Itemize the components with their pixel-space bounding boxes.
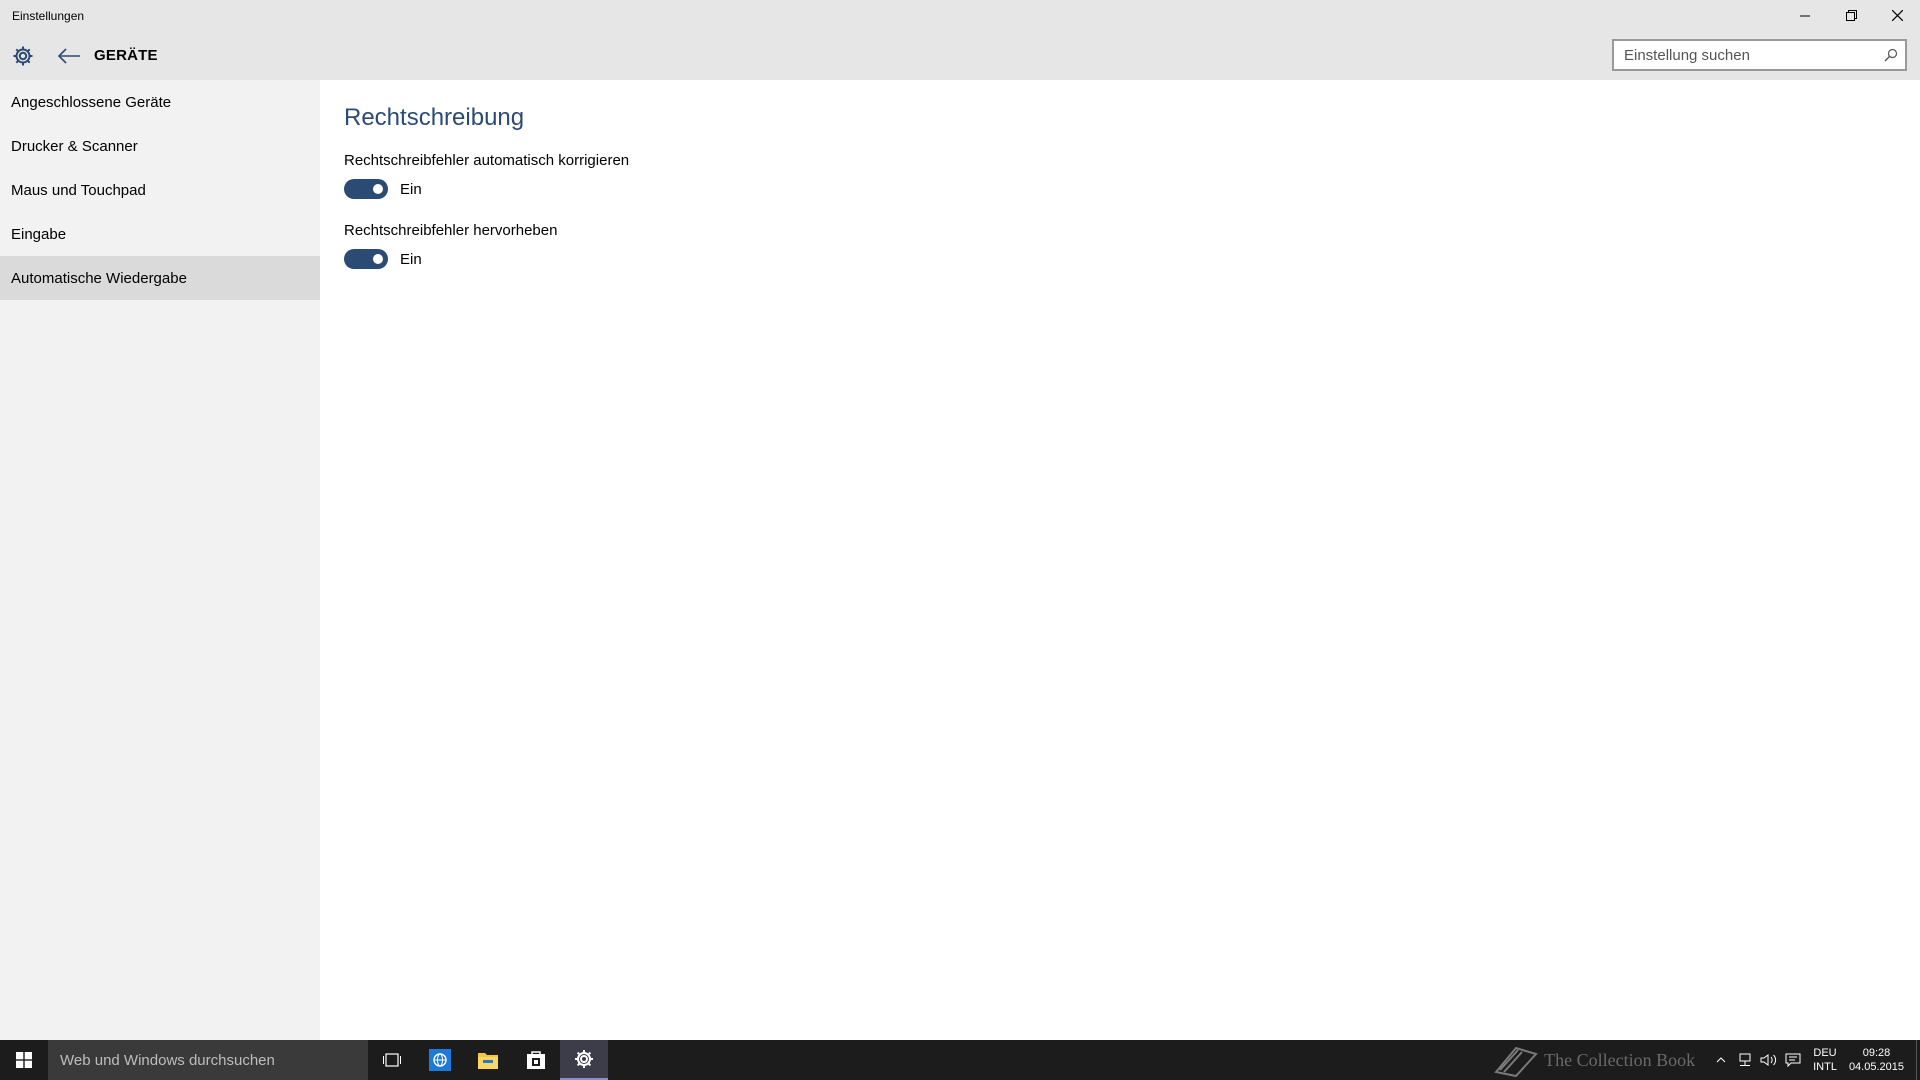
- store-icon: [527, 1051, 545, 1069]
- browser-button[interactable]: [416, 1040, 464, 1080]
- taskbar-search-placeholder: Web und Windows durchsuchen: [60, 1051, 275, 1069]
- search-icon[interactable]: [1877, 48, 1905, 62]
- toggle-state: Ein: [400, 180, 422, 198]
- sidebar-item-label: Automatische Wiedergabe: [11, 269, 187, 287]
- clock-date: 04.05.2015: [1848, 1061, 1904, 1073]
- back-arrow-icon: [58, 47, 80, 64]
- autocorrect-toggle[interactable]: [344, 179, 388, 199]
- gear-icon: [13, 46, 33, 65]
- window-controls: [1782, 0, 1920, 31]
- start-button[interactable]: [0, 1040, 48, 1080]
- sidebar-item-label: Angeschlossene Geräte: [11, 93, 172, 111]
- language-code: DEU: [1813, 1047, 1837, 1059]
- show-hidden-icons-button[interactable]: [1709, 1040, 1733, 1080]
- close-icon: [1891, 10, 1903, 21]
- minimize-button[interactable]: [1782, 0, 1828, 31]
- toggle-knob: [373, 254, 383, 264]
- show-desktop-button[interactable]: [1916, 1040, 1920, 1080]
- settings-home-button[interactable]: [0, 31, 46, 80]
- input-language-indicator[interactable]: DEU INTL: [1813, 1046, 1837, 1074]
- minimize-icon: [1800, 15, 1810, 16]
- sidebar-item-label: Drucker & Scanner: [11, 137, 138, 155]
- settings-icon: [575, 1050, 593, 1068]
- store-button[interactable]: [512, 1040, 560, 1080]
- setting-autocorrect: Rechtschreibfehler automatisch korrigier…: [344, 152, 629, 199]
- app-header: GERÄTE: [0, 31, 1920, 80]
- book-logo-icon: [1494, 1046, 1538, 1078]
- sidebar-item-drucker-scanner[interactable]: Drucker & Scanner: [0, 124, 320, 168]
- page-title: GERÄTE: [94, 47, 158, 64]
- restore-icon: [1845, 10, 1857, 21]
- notification-icon: [1785, 1053, 1801, 1067]
- windows-logo-icon: [16, 1052, 32, 1068]
- watermark-text: The Collection Book: [1544, 1049, 1696, 1070]
- network-icon: [1739, 1053, 1751, 1066]
- sidebar-item-angeschlossene-geraete[interactable]: Angeschlossene Geräte: [0, 80, 320, 124]
- clock-time: 09:28: [1862, 1047, 1891, 1059]
- file-explorer-icon: [478, 1053, 498, 1069]
- network-button[interactable]: [1733, 1040, 1757, 1080]
- section-title: Rechtschreibung: [344, 104, 525, 131]
- window-title: Einstellungen: [12, 8, 85, 23]
- file-explorer-button[interactable]: [464, 1040, 512, 1080]
- toggle-state: Ein: [400, 250, 422, 268]
- sidebar-item-label: Maus und Touchpad: [11, 181, 146, 199]
- clock[interactable]: 09:28 04.05.2015: [1849, 1046, 1904, 1074]
- task-view-icon: [383, 1053, 401, 1067]
- sidebar: Angeschlossene Geräte Drucker & Scanner …: [0, 80, 320, 1040]
- browser-icon: [429, 1049, 451, 1071]
- volume-button[interactable]: [1757, 1040, 1781, 1080]
- back-button[interactable]: [46, 31, 92, 80]
- highlight-toggle[interactable]: [344, 249, 388, 269]
- settings-window: Einstellungen GERÄTE Einstellung suchen …: [0, 0, 1920, 1040]
- settings-search[interactable]: [1612, 39, 1907, 71]
- keyboard-layout: INTL: [1813, 1061, 1837, 1073]
- sidebar-item-maus-touchpad[interactable]: Maus und Touchpad: [0, 168, 320, 212]
- action-center-button[interactable]: [1781, 1040, 1805, 1080]
- setting-label: Rechtschreibfehler automatisch korrigier…: [344, 152, 630, 169]
- setting-highlight: Rechtschreibfehler hervorheben Ein: [344, 222, 557, 269]
- toggle-knob: [373, 184, 383, 194]
- sidebar-item-eingabe[interactable]: Eingabe: [0, 212, 320, 256]
- close-button[interactable]: [1874, 0, 1920, 31]
- taskbar: Web und Windows durchsuchen The Collecti…: [0, 1040, 1920, 1080]
- settings-taskbar-button[interactable]: [560, 1040, 608, 1080]
- search-input[interactable]: [1614, 41, 1877, 69]
- toggle-row: Ein: [344, 249, 557, 269]
- chevron-up-icon: [1716, 1057, 1726, 1063]
- setting-label: Rechtschreibfehler hervorheben: [344, 222, 558, 239]
- sidebar-item-label: Eingabe: [11, 225, 67, 243]
- restore-button[interactable]: [1828, 0, 1874, 31]
- sidebar-item-automatische-wiedergabe[interactable]: Automatische Wiedergabe: [0, 256, 320, 300]
- system-tray: The Collection Book DEU INTL 09:28 04.05…: [1492, 1040, 1920, 1080]
- toggle-row: Ein: [344, 179, 629, 199]
- task-view-button[interactable]: [368, 1040, 416, 1080]
- volume-icon: [1760, 1054, 1777, 1066]
- main-content: Rechtschreibung Rechtschreibfehler autom…: [344, 80, 1904, 1040]
- title-bar: Einstellungen: [0, 0, 1920, 31]
- taskbar-search[interactable]: Web und Windows durchsuchen: [48, 1040, 368, 1080]
